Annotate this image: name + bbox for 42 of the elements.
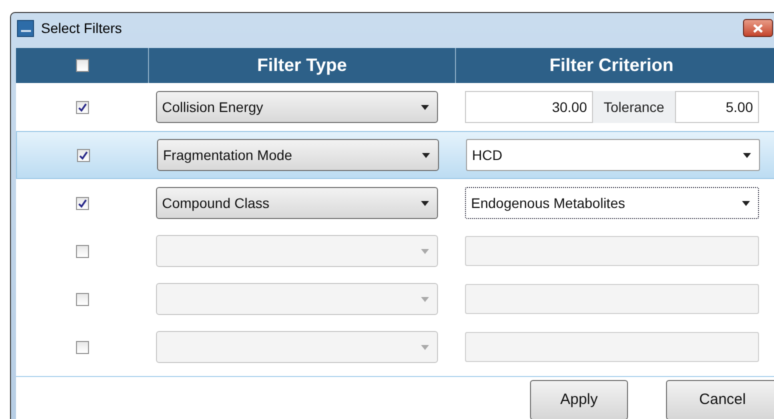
close-button[interactable] bbox=[743, 19, 773, 37]
apply-button[interactable]: Apply bbox=[530, 380, 628, 419]
checkbox[interactable] bbox=[76, 196, 89, 210]
caret-icon bbox=[742, 200, 750, 206]
value-field[interactable]: 30.00 bbox=[465, 91, 593, 123]
caret-icon bbox=[421, 200, 429, 206]
filter-type-dropdown[interactable]: Compound Class bbox=[156, 187, 438, 219]
check-icon bbox=[78, 198, 87, 208]
checkbox[interactable] bbox=[76, 100, 89, 114]
table-row[interactable]: Compound Class Endogenous Metabolites bbox=[16, 179, 774, 227]
caret-icon bbox=[422, 152, 430, 158]
criterion-dropdown[interactable]: Endogenous Metabolites bbox=[465, 187, 759, 219]
filter-type-dropdown[interactable]: Fragmentation Mode bbox=[157, 139, 439, 171]
caret-icon bbox=[421, 296, 429, 302]
checkbox[interactable] bbox=[76, 59, 88, 72]
caret-icon bbox=[421, 248, 429, 254]
dropdown-value: Compound Class bbox=[162, 194, 270, 213]
caret-icon bbox=[421, 104, 429, 110]
checkbox[interactable] bbox=[76, 244, 89, 258]
tolerance-field[interactable]: 5.00 bbox=[675, 91, 759, 123]
checkbox[interactable] bbox=[77, 148, 90, 162]
cancel-button[interactable]: Cancel bbox=[666, 380, 774, 419]
table-row[interactable]: Collision Energy 30.00 Tolerance 5.00 bbox=[16, 83, 774, 131]
app-icon bbox=[17, 20, 34, 36]
check-icon bbox=[79, 150, 88, 160]
checkbox[interactable] bbox=[76, 340, 89, 354]
filter-type-dropdown[interactable]: Collision Energy bbox=[156, 91, 438, 123]
caret-icon bbox=[743, 152, 751, 158]
close-icon bbox=[753, 24, 763, 32]
column-header: Filter Type bbox=[149, 48, 456, 83]
dropdown-value: HCD bbox=[472, 146, 502, 164]
dropdown-value: Endogenous Metabolites bbox=[471, 194, 626, 213]
column-header: Filter Criterion bbox=[548, 54, 674, 77]
window-title: Select Filters bbox=[41, 18, 122, 38]
table-row[interactable]: Fragmentation Mode HCD bbox=[16, 131, 774, 179]
criterion-dropdown[interactable]: HCD bbox=[466, 139, 760, 171]
dropdown-value: Collision Energy bbox=[162, 98, 264, 117]
caret-icon bbox=[421, 344, 429, 350]
dropdown-value: Fragmentation Mode bbox=[163, 146, 292, 165]
tolerance-label: Tolerance bbox=[593, 91, 675, 123]
check-icon bbox=[78, 102, 87, 112]
checkbox[interactable] bbox=[76, 292, 89, 306]
